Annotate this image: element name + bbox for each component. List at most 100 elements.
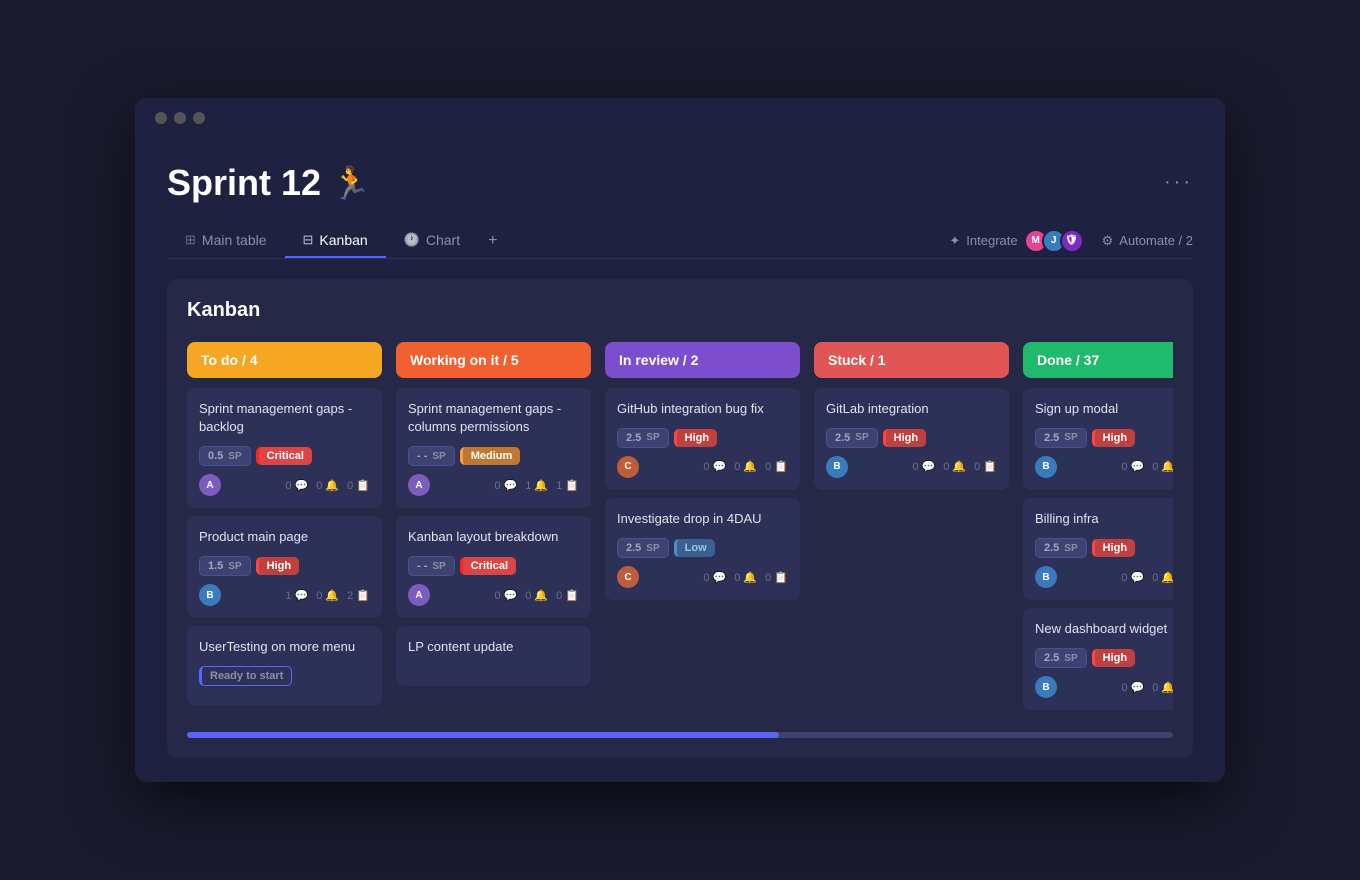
sprint-emoji: 🏃 — [331, 164, 371, 202]
tab-chart-label: Chart — [426, 232, 460, 248]
col-header-done[interactable]: Done / 37 — [1023, 342, 1173, 378]
card-meta: 1 💬 0 🔔 2 📋 — [285, 589, 370, 602]
meta-reactions: 0 🔔 — [1152, 571, 1173, 584]
meta-comments: 0 💬 — [1121, 571, 1144, 584]
meta-comments: 0 💬 — [1121, 460, 1144, 473]
kanban-card[interactable]: GitHub integration bug fix2.5 SPHighC 0 … — [605, 388, 800, 490]
kanban-card[interactable]: UserTesting on more menu Ready to start — [187, 626, 382, 706]
card-tags: 2.5 SP High — [617, 428, 788, 448]
card-priority-tag: High — [674, 429, 717, 447]
meta-reactions: 0 🔔 — [734, 460, 757, 473]
card-meta: 0 💬 0 🔔 0 📋 — [494, 589, 579, 602]
tab-chart[interactable]: 🕐 Chart — [386, 224, 478, 258]
card-priority-tag: Low — [674, 539, 715, 557]
meta-reactions: 0 🔔 — [316, 589, 339, 602]
meta-comments: 0 💬 — [494, 479, 517, 492]
kanban-card[interactable]: Sprint management gaps - backlog0.5 SPCr… — [187, 388, 382, 508]
column-stuck: Stuck / 1GitLab integration2.5 SPHighB 0… — [814, 342, 1009, 719]
kanban-card[interactable]: Investigate drop in 4DAU2.5 SPLowC 0 💬 0… — [605, 498, 800, 600]
tab-actions: ✦ Integrate M J 🛡 ⚙ Automate / 2 — [949, 229, 1193, 253]
card-priority-tag: Critical — [256, 447, 312, 465]
column-working: Working on it / 5 Sprint management gaps … — [396, 342, 591, 719]
kanban-card[interactable]: LP content update — [396, 626, 591, 686]
tab-main-table-label: Main table — [202, 232, 267, 248]
kanban-card[interactable]: Sprint management gaps - columns permiss… — [396, 388, 591, 508]
card-footer: B 0 💬 0 🔔 0 📋 — [826, 456, 997, 478]
card-avatar: B — [1035, 456, 1057, 478]
card-avatar: B — [1035, 566, 1057, 588]
more-button[interactable]: ··· — [1164, 171, 1193, 194]
kanban-card[interactable]: Product main page1.5 SPHighB 1 💬 0 🔔 2 📋 — [187, 516, 382, 618]
card-avatar: A — [408, 584, 430, 606]
meta-reactions: 0 🔔 — [1152, 460, 1173, 473]
card-meta: 0 💬 0 🔔 0 📋 — [1121, 681, 1173, 694]
col-header-review[interactable]: In review / 2 — [605, 342, 800, 378]
kanban-title: Kanban — [187, 299, 1173, 322]
card-meta: 0 💬 0 🔔 0 📋 — [703, 460, 788, 473]
meta-tasks: 1 📋 — [556, 479, 579, 492]
tabs-bar: ⊞ Main table ⊟ Kanban 🕐 Chart + ✦ Integr… — [167, 224, 1193, 259]
tab-kanban[interactable]: ⊟ Kanban — [285, 224, 386, 258]
card-tags: Ready to start — [199, 666, 370, 686]
kanban-card[interactable]: Kanban layout breakdown- - SPCriticalA 0… — [396, 516, 591, 618]
card-tags: 2.5 SPHigh — [1035, 428, 1173, 448]
table-icon: ⊞ — [185, 232, 196, 248]
card-footer: A 0 💬 0 🔔 0 📋 — [408, 584, 579, 606]
meta-comments: 0 💬 — [494, 589, 517, 602]
kanban-icon: ⊟ — [303, 232, 314, 248]
user-avatars: M J 🛡 — [1024, 229, 1084, 253]
card-meta: 0 💬 1 🔔 1 📋 — [494, 479, 579, 492]
card-title: Billing infra — [1035, 510, 1173, 528]
col-header-stuck[interactable]: Stuck / 1 — [814, 342, 1009, 378]
meta-reactions: 0 🔔 — [943, 460, 966, 473]
card-title: Sprint management gaps - columns permiss… — [408, 400, 579, 436]
main-content: Sprint 12 🏃 ··· ⊞ Main table ⊟ Kanban 🕐 … — [135, 138, 1225, 783]
card-avatar: A — [408, 474, 430, 496]
sprint-title: Sprint 12 🏃 — [167, 162, 371, 204]
card-meta: 0 💬 0 🔔 0 📋 — [285, 479, 370, 492]
card-sp-tag: - - SP — [408, 446, 455, 466]
col-header-todo[interactable]: To do / 4 — [187, 342, 382, 378]
automate-action[interactable]: ⚙ Automate / 2 — [1102, 233, 1193, 249]
card-sp-tag: 2.5 SP — [617, 538, 669, 558]
app-window: Sprint 12 🏃 ··· ⊞ Main table ⊟ Kanban 🕐 … — [135, 98, 1225, 783]
kanban-columns: To do / 4 Sprint management gaps - backlo… — [187, 342, 1173, 719]
meta-reactions: 0 🔔 — [316, 479, 339, 492]
integrate-icon: ✦ — [949, 233, 960, 249]
card-sp-tag: 2.5 SP — [826, 428, 878, 448]
card-title: GitHub integration bug fix — [617, 400, 788, 418]
meta-tasks: 2 📋 — [347, 589, 370, 602]
scrollbar-thumb[interactable] — [187, 732, 779, 738]
meta-tasks: 0 📋 — [765, 460, 788, 473]
card-meta: 0 💬 0 🔔 0 📋 — [1121, 571, 1173, 584]
meta-tasks: 0 📋 — [974, 460, 997, 473]
card-footer: A 0 💬 1 🔔 1 📋 — [408, 474, 579, 496]
card-avatar: B — [826, 456, 848, 478]
card-title: UserTesting on more menu — [199, 638, 370, 656]
tab-main-table[interactable]: ⊞ Main table — [167, 224, 285, 258]
card-sp-tag: 2.5 SP — [617, 428, 669, 448]
kanban-card[interactable]: GitLab integration2.5 SPHighB 0 💬 0 🔔 0 … — [814, 388, 1009, 490]
meta-tasks: 0 📋 — [556, 589, 579, 602]
meta-reactions: 0 🔔 — [1152, 681, 1173, 694]
kanban-card[interactable]: Billing infra2.5 SPHighB 0 💬 0 🔔 0 📋 — [1023, 498, 1173, 600]
card-title: Sprint management gaps - backlog — [199, 400, 370, 436]
col-header-working[interactable]: Working on it / 5 — [396, 342, 591, 378]
tab-kanban-label: Kanban — [319, 232, 367, 248]
meta-comments: 0 💬 — [1121, 681, 1144, 694]
card-tags: 2.5 SPHigh — [1035, 648, 1173, 668]
horizontal-scrollbar[interactable] — [187, 732, 1173, 738]
card-priority-tag: Critical — [460, 557, 516, 575]
header-row: Sprint 12 🏃 ··· — [167, 162, 1193, 204]
card-title: LP content update — [408, 638, 579, 656]
card-tags: 1.5 SPHigh — [199, 556, 370, 576]
card-footer: A 0 💬 0 🔔 0 📋 — [199, 474, 370, 496]
card-priority-tag: High — [1092, 649, 1135, 667]
integrate-action[interactable]: ✦ Integrate M J 🛡 — [949, 229, 1083, 253]
card-tags: - - SPMedium — [408, 446, 579, 466]
kanban-card[interactable]: Sign up modal2.5 SPHighB 0 💬 0 🔔 0 📋 — [1023, 388, 1173, 490]
card-footer: C 0 💬 0 🔔 0 📋 — [617, 566, 788, 588]
kanban-card[interactable]: New dashboard widget2.5 SPHighB 0 💬 0 🔔 … — [1023, 608, 1173, 710]
card-title: GitLab integration — [826, 400, 997, 418]
add-tab-button[interactable]: + — [478, 224, 507, 258]
